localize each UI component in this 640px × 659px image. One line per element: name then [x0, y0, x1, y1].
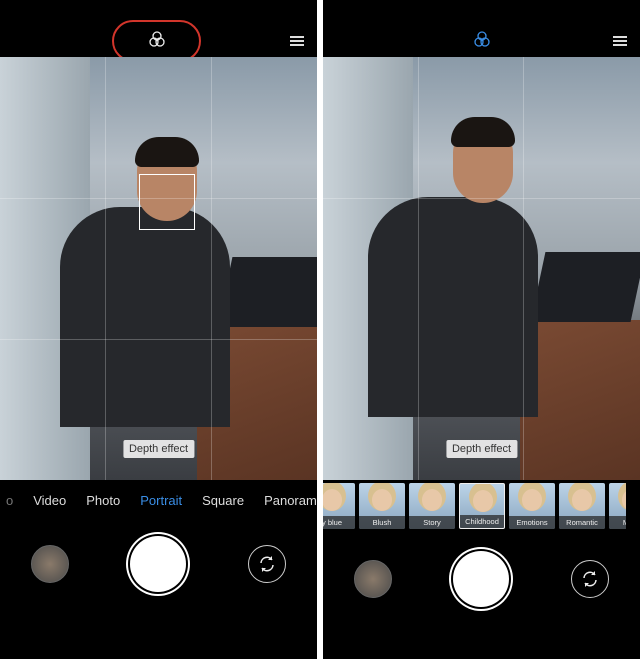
person-body [368, 197, 538, 417]
filter-romantic[interactable]: Romantic [559, 483, 605, 529]
desk [520, 320, 640, 480]
laptop [530, 252, 640, 322]
person-hair [451, 117, 515, 147]
grid-line [0, 339, 317, 340]
camera-controls [323, 551, 640, 607]
filter-story[interactable]: Story [409, 483, 455, 529]
mode-portrait[interactable]: Portrait [140, 493, 182, 508]
camera-flip-icon [260, 556, 274, 572]
camera-flip-icon [583, 571, 597, 587]
top-bar [323, 0, 640, 57]
grid-line [211, 57, 212, 480]
depth-effect-label: Depth effect [445, 440, 518, 458]
filters-icon-active[interactable] [473, 30, 491, 48]
filter-maze[interactable]: Maze [609, 483, 626, 529]
switch-camera-button[interactable] [248, 545, 287, 583]
filter-emotions[interactable]: Emotions [509, 483, 555, 529]
menu-icon[interactable] [290, 36, 304, 46]
mode-video[interactable]: Video [33, 493, 66, 508]
laptop [217, 257, 317, 327]
mode-panorama[interactable]: Panoram [264, 493, 317, 508]
filter-sky-blue[interactable]: y blue [323, 483, 355, 529]
face-detection-box [139, 174, 195, 230]
person-hair [135, 137, 199, 167]
viewfinder[interactable]: Depth effect [323, 57, 640, 480]
top-bar [0, 0, 317, 62]
grid-line [418, 57, 419, 480]
mode-selector: o Video Photo Portrait Square Panoram [0, 480, 317, 520]
shutter-button[interactable] [130, 536, 187, 592]
mode-square[interactable]: Square [202, 493, 244, 508]
camera-screen-filters: Depth effect y blue Blush Story Childhoo… [323, 0, 640, 659]
gallery-thumbnail[interactable] [30, 545, 69, 583]
gallery-thumbnail[interactable] [353, 560, 392, 598]
grid-line [105, 57, 106, 480]
menu-icon[interactable] [613, 36, 627, 46]
shutter-button[interactable] [453, 551, 510, 607]
person-body [60, 207, 230, 427]
depth-effect-label: Depth effect [122, 440, 195, 458]
grid-line [323, 198, 640, 199]
filter-strip: y blue Blush Story Childhood Emotions Ro… [323, 483, 626, 529]
mode-photo[interactable]: Photo [86, 493, 120, 508]
annotation-highlight [112, 20, 201, 62]
filter-blush[interactable]: Blush [359, 483, 405, 529]
camera-controls [0, 536, 317, 592]
grid-line [523, 57, 524, 480]
camera-screen-portrait: Depth effect o Video Photo Portrait Squa… [0, 0, 317, 659]
viewfinder[interactable]: Depth effect [0, 57, 317, 480]
mode-partial[interactable]: o [6, 493, 13, 508]
switch-camera-button[interactable] [571, 560, 610, 598]
filter-childhood[interactable]: Childhood [459, 483, 505, 529]
